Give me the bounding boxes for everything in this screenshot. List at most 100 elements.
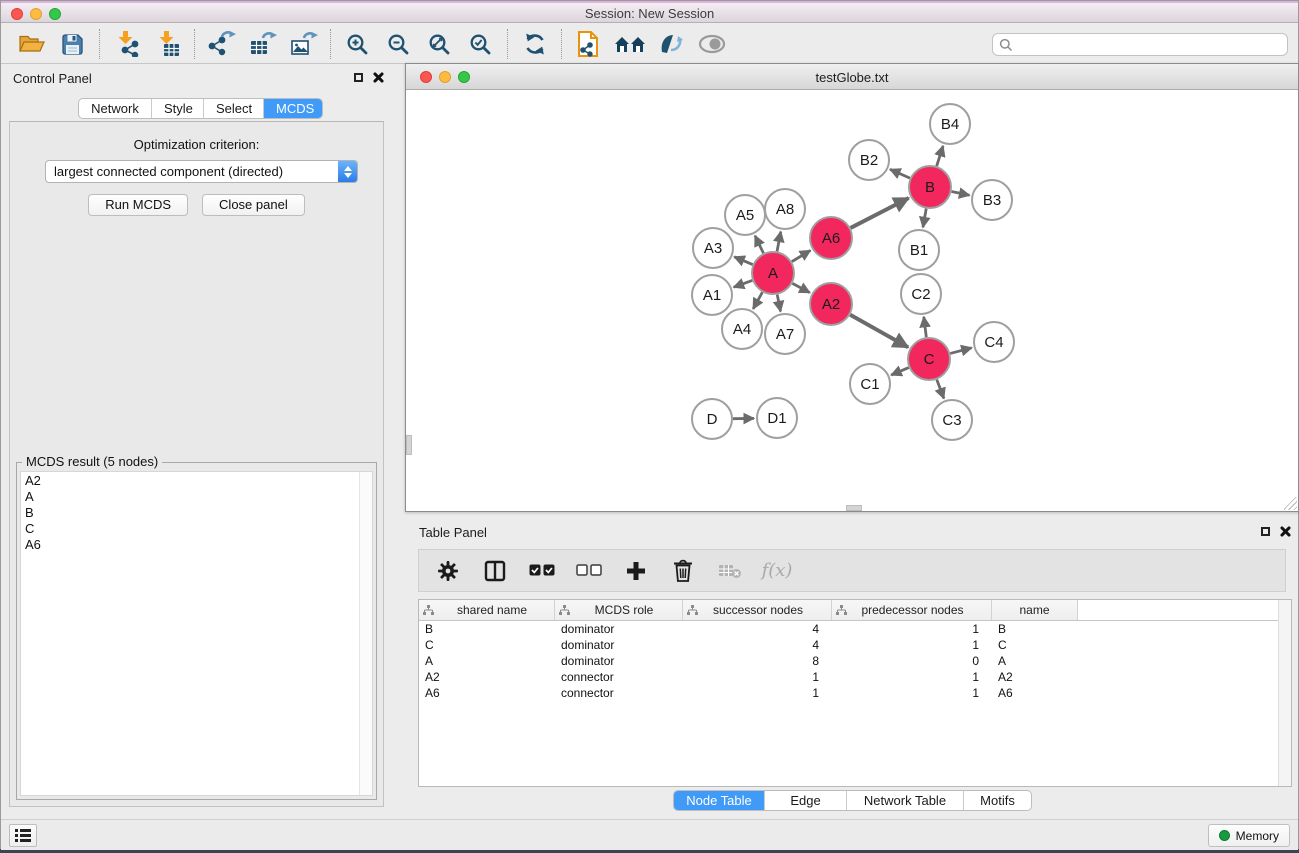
table-cell[interactable]: connector — [555, 669, 683, 685]
table-scrollbar[interactable] — [1278, 600, 1291, 786]
graph-edge-B-B4[interactable] — [937, 146, 943, 166]
table-row[interactable]: A2connector11A2 — [419, 669, 1291, 685]
run-mcds-button[interactable]: Run MCDS — [88, 194, 188, 216]
float-table-panel-icon[interactable] — [1261, 527, 1270, 536]
graph-edge-A-A1[interactable] — [734, 280, 753, 287]
table-cell[interactable]: 1 — [832, 669, 992, 685]
graph-edge-A-A3[interactable] — [734, 257, 752, 265]
zoom-selected-button[interactable] — [460, 27, 501, 61]
table-cell[interactable]: A2 — [992, 669, 1078, 685]
result-item[interactable]: C — [21, 520, 372, 536]
delete-column-button[interactable] — [664, 553, 702, 589]
refresh-button[interactable] — [514, 27, 555, 61]
table-row[interactable]: Bdominator41B — [419, 621, 1291, 637]
graph-edge-A-A7[interactable] — [777, 295, 780, 312]
result-scrollbar[interactable] — [359, 472, 372, 795]
function-builder-button[interactable]: f(x) — [758, 553, 796, 589]
open-session-button[interactable] — [11, 27, 52, 61]
show-hide-overview-button[interactable] — [691, 27, 732, 61]
table-cell[interactable]: A — [419, 653, 555, 669]
float-panel-icon[interactable] — [354, 73, 363, 82]
graph-edge-B-B3[interactable] — [952, 192, 970, 196]
graph-edge-B-B1[interactable] — [923, 209, 926, 228]
graph-edge-C-C1[interactable] — [891, 368, 909, 375]
table-cell[interactable]: dominator — [555, 637, 683, 653]
table-cell[interactable]: C — [419, 637, 555, 653]
graph-edge-A-A8[interactable] — [777, 232, 781, 252]
close-panel-button[interactable]: Close panel — [202, 194, 305, 216]
deselect-all-button[interactable] — [570, 553, 608, 589]
resize-grip[interactable] — [1284, 497, 1297, 510]
graph-edge-C-C3[interactable] — [937, 380, 944, 399]
column-header-name[interactable]: name — [992, 600, 1078, 620]
tab-network-table[interactable]: Network Table — [847, 791, 964, 810]
table-cell[interactable]: 8 — [683, 653, 832, 669]
close-panel-icon[interactable] — [373, 72, 384, 83]
console-button[interactable] — [9, 824, 37, 847]
tab-select[interactable]: Select — [204, 99, 264, 118]
column-header-successor-nodes[interactable]: successor nodes — [683, 600, 832, 620]
export-table-button[interactable] — [242, 27, 283, 61]
close-table-panel-icon[interactable] — [1280, 526, 1291, 537]
table-cell[interactable]: dominator — [555, 653, 683, 669]
table-cell[interactable]: C — [992, 637, 1078, 653]
table-row[interactable]: A6connector11A6 — [419, 685, 1291, 701]
export-network-button[interactable] — [201, 27, 242, 61]
table-cell[interactable]: A6 — [419, 685, 555, 701]
table-row[interactable]: Cdominator41C — [419, 637, 1291, 653]
tab-mcds[interactable]: MCDS — [264, 99, 322, 118]
graph-edge-A-A5[interactable] — [755, 236, 763, 253]
table-cell[interactable]: connector — [555, 685, 683, 701]
graphics-details-button[interactable] — [650, 27, 691, 61]
home-button[interactable] — [609, 27, 650, 61]
table-cell[interactable]: 0 — [832, 653, 992, 669]
graph-edge-A2-C[interactable] — [850, 315, 908, 347]
tab-motifs[interactable]: Motifs — [964, 791, 1031, 810]
add-column-button[interactable] — [617, 553, 655, 589]
table-row[interactable]: Adominator80A — [419, 653, 1291, 669]
result-item[interactable]: A2 — [21, 472, 372, 488]
optimization-criterion-select[interactable]: largest connected component (directed) — [45, 160, 358, 183]
graph-edge-A-A2[interactable] — [792, 283, 809, 292]
table-cell[interactable]: 1 — [683, 685, 832, 701]
tab-edge-table[interactable]: Edge Table — [765, 791, 847, 810]
import-network-button[interactable] — [106, 27, 147, 61]
table-cell[interactable]: 4 — [683, 637, 832, 653]
search-input[interactable] — [1013, 36, 1287, 54]
zoom-out-button[interactable] — [378, 27, 419, 61]
network-canvas[interactable]: B4B2BB3A8A5A6A3B1AA1C2A2A4A7C4CC1C3DD1 — [406, 90, 1298, 511]
table-cell[interactable]: 1 — [832, 685, 992, 701]
table-cell[interactable]: A2 — [419, 669, 555, 685]
graph-edge-C-C4[interactable] — [950, 348, 971, 354]
tab-node-table[interactable]: Node Table — [674, 791, 765, 810]
table-settings-button[interactable] — [429, 553, 467, 589]
zoom-fit-button[interactable] — [419, 27, 460, 61]
table-cell[interactable]: 1 — [683, 669, 832, 685]
graph-edge-A6-B[interactable] — [851, 198, 909, 228]
export-image-button[interactable] — [283, 27, 324, 61]
split-panel-button[interactable] — [476, 553, 514, 589]
new-network-from-selection-button[interactable] — [568, 27, 609, 61]
delete-table-button[interactable] — [711, 553, 749, 589]
graph-edge-B-B2[interactable] — [890, 169, 910, 178]
table-cell[interactable]: B — [419, 621, 555, 637]
select-all-button[interactable] — [523, 553, 561, 589]
table-cell[interactable]: A6 — [992, 685, 1078, 701]
graph-edge-A-A4[interactable] — [753, 292, 762, 309]
column-header-shared-name[interactable]: shared name — [419, 600, 555, 620]
table-cell[interactable]: B — [992, 621, 1078, 637]
table-cell[interactable]: dominator — [555, 621, 683, 637]
table-cell[interactable]: A — [992, 653, 1078, 669]
canvas-vscroll-thumb[interactable] — [406, 435, 412, 455]
column-header-MCDS-role[interactable]: MCDS role — [555, 600, 683, 620]
save-session-button[interactable] — [52, 27, 93, 61]
table-cell[interactable]: 4 — [683, 621, 832, 637]
graph-edge-A-A6[interactable] — [792, 250, 811, 261]
zoom-in-button[interactable] — [337, 27, 378, 61]
result-item[interactable]: B — [21, 504, 372, 520]
column-header-predecessor-nodes[interactable]: predecessor nodes — [832, 600, 992, 620]
tab-network[interactable]: Network — [79, 99, 152, 118]
table-cell[interactable]: 1 — [832, 621, 992, 637]
import-table-button[interactable] — [147, 27, 188, 61]
tab-style[interactable]: Style — [152, 99, 204, 118]
